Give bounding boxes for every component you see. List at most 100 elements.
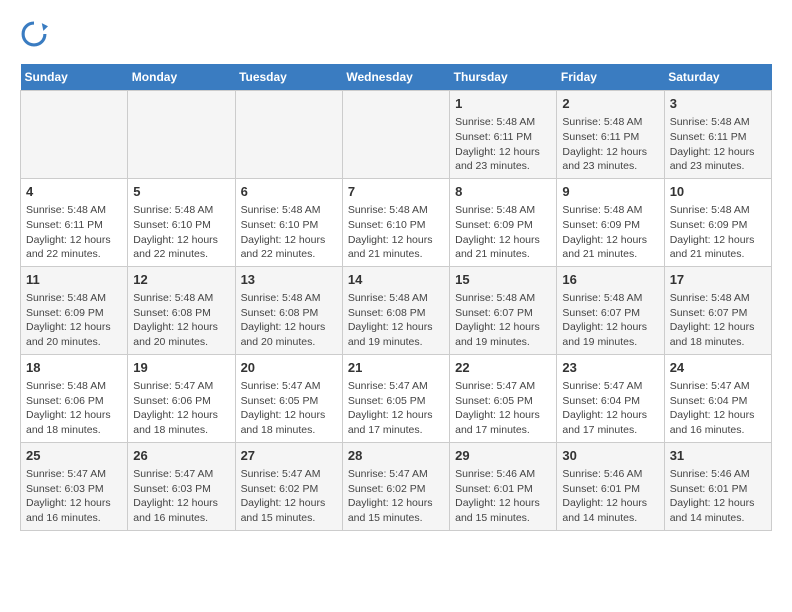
- calendar-header-tuesday: Tuesday: [235, 64, 342, 91]
- day-info: Sunrise: 5:48 AM Sunset: 6:09 PM Dayligh…: [26, 291, 122, 350]
- calendar-cell: 3 Sunrise: 5:48 AM Sunset: 6:11 PM Daylig…: [664, 91, 771, 179]
- calendar-cell: 8 Sunrise: 5:48 AM Sunset: 6:09 PM Daylig…: [450, 178, 557, 266]
- day-number: 30: [562, 447, 658, 465]
- calendar-cell: 13Sunrise: 5:48 AM Sunset: 6:08 PM Dayli…: [235, 266, 342, 354]
- day-info: Sunrise: 5:48 AM Sunset: 6:11 PM Dayligh…: [670, 115, 766, 174]
- day-info: Sunrise: 5:48 AM Sunset: 6:06 PM Dayligh…: [26, 379, 122, 438]
- day-info: Sunrise: 5:47 AM Sunset: 6:05 PM Dayligh…: [455, 379, 551, 438]
- calendar-cell: 29Sunrise: 5:46 AM Sunset: 6:01 PM Dayli…: [450, 442, 557, 530]
- day-number: 5: [133, 183, 229, 201]
- day-number: 10: [670, 183, 766, 201]
- calendar-week-row: 25 Sunrise: 5:47 AM Sunset: 6:03 PM Dayli…: [21, 442, 772, 530]
- calendar-cell: 17Sunrise: 5:48 AM Sunset: 6:07 PM Dayli…: [664, 266, 771, 354]
- calendar-cell: [21, 91, 128, 179]
- day-number: 7: [348, 183, 444, 201]
- day-info: Sunrise: 5:48 AM Sunset: 6:08 PM Dayligh…: [241, 291, 337, 350]
- calendar-cell: 22 Sunrise: 5:47 AM Sunset: 6:05 PM Dayli…: [450, 354, 557, 442]
- day-number: 28: [348, 447, 444, 465]
- day-info: Sunrise: 5:47 AM Sunset: 6:04 PM Dayligh…: [562, 379, 658, 438]
- day-number: 22: [455, 359, 551, 377]
- day-info: Sunrise: 5:46 AM Sunset: 6:01 PM Dayligh…: [670, 467, 766, 526]
- day-info: Sunrise: 5:47 AM Sunset: 6:03 PM Dayligh…: [26, 467, 122, 526]
- calendar-cell: 11 Sunrise: 5:48 AM Sunset: 6:09 PM Dayli…: [21, 266, 128, 354]
- day-number: 25: [26, 447, 122, 465]
- calendar-header-wednesday: Wednesday: [342, 64, 449, 91]
- day-number: 26: [133, 447, 229, 465]
- day-number: 21: [348, 359, 444, 377]
- day-number: 23: [562, 359, 658, 377]
- calendar-week-row: 4 Sunrise: 5:48 AM Sunset: 6:11 PM Daylig…: [21, 178, 772, 266]
- day-info: Sunrise: 5:47 AM Sunset: 6:03 PM Dayligh…: [133, 467, 229, 526]
- day-number: 11: [26, 271, 122, 289]
- calendar-week-row: 1 Sunrise: 5:48 AM Sunset: 6:11 PM Daylig…: [21, 91, 772, 179]
- calendar-cell: 20 Sunrise: 5:47 AM Sunset: 6:05 PM Dayli…: [235, 354, 342, 442]
- day-info: Sunrise: 5:48 AM Sunset: 6:11 PM Dayligh…: [562, 115, 658, 174]
- calendar-cell: 26 Sunrise: 5:47 AM Sunset: 6:03 PM Dayli…: [128, 442, 235, 530]
- day-info: Sunrise: 5:48 AM Sunset: 6:10 PM Dayligh…: [348, 203, 444, 262]
- day-info: Sunrise: 5:46 AM Sunset: 6:01 PM Dayligh…: [562, 467, 658, 526]
- day-info: Sunrise: 5:48 AM Sunset: 6:10 PM Dayligh…: [241, 203, 337, 262]
- calendar-cell: 18 Sunrise: 5:48 AM Sunset: 6:06 PM Dayli…: [21, 354, 128, 442]
- day-info: Sunrise: 5:48 AM Sunset: 6:07 PM Dayligh…: [670, 291, 766, 350]
- day-number: 1: [455, 95, 551, 113]
- day-number: 6: [241, 183, 337, 201]
- calendar-cell: 7 Sunrise: 5:48 AM Sunset: 6:10 PM Daylig…: [342, 178, 449, 266]
- day-number: 20: [241, 359, 337, 377]
- day-info: Sunrise: 5:47 AM Sunset: 6:02 PM Dayligh…: [241, 467, 337, 526]
- calendar-cell: 23 Sunrise: 5:47 AM Sunset: 6:04 PM Dayli…: [557, 354, 664, 442]
- calendar-header-thursday: Thursday: [450, 64, 557, 91]
- day-info: Sunrise: 5:48 AM Sunset: 6:09 PM Dayligh…: [455, 203, 551, 262]
- day-number: 16: [562, 271, 658, 289]
- calendar-table: SundayMondayTuesdayWednesdayThursdayFrid…: [20, 64, 772, 531]
- calendar-cell: 14 Sunrise: 5:48 AM Sunset: 6:08 PM Dayli…: [342, 266, 449, 354]
- calendar-cell: 2 Sunrise: 5:48 AM Sunset: 6:11 PM Daylig…: [557, 91, 664, 179]
- calendar-header-friday: Friday: [557, 64, 664, 91]
- calendar-cell: 6 Sunrise: 5:48 AM Sunset: 6:10 PM Daylig…: [235, 178, 342, 266]
- day-info: Sunrise: 5:47 AM Sunset: 6:05 PM Dayligh…: [348, 379, 444, 438]
- day-info: Sunrise: 5:48 AM Sunset: 6:08 PM Dayligh…: [348, 291, 444, 350]
- calendar-cell: 9 Sunrise: 5:48 AM Sunset: 6:09 PM Daylig…: [557, 178, 664, 266]
- calendar-header-saturday: Saturday: [664, 64, 771, 91]
- day-info: Sunrise: 5:48 AM Sunset: 6:07 PM Dayligh…: [455, 291, 551, 350]
- calendar-cell: 16 Sunrise: 5:48 AM Sunset: 6:07 PM Dayli…: [557, 266, 664, 354]
- calendar-cell: 10Sunrise: 5:48 AM Sunset: 6:09 PM Dayli…: [664, 178, 771, 266]
- calendar-cell: 30 Sunrise: 5:46 AM Sunset: 6:01 PM Dayli…: [557, 442, 664, 530]
- day-info: Sunrise: 5:47 AM Sunset: 6:05 PM Dayligh…: [241, 379, 337, 438]
- calendar-week-row: 18 Sunrise: 5:48 AM Sunset: 6:06 PM Dayli…: [21, 354, 772, 442]
- day-info: Sunrise: 5:46 AM Sunset: 6:01 PM Dayligh…: [455, 467, 551, 526]
- calendar-cell: [235, 91, 342, 179]
- calendar-cell: 28Sunrise: 5:47 AM Sunset: 6:02 PM Dayli…: [342, 442, 449, 530]
- calendar-cell: 27 Sunrise: 5:47 AM Sunset: 6:02 PM Dayli…: [235, 442, 342, 530]
- day-number: 9: [562, 183, 658, 201]
- day-info: Sunrise: 5:47 AM Sunset: 6:06 PM Dayligh…: [133, 379, 229, 438]
- calendar-cell: 31 Sunrise: 5:46 AM Sunset: 6:01 PM Dayli…: [664, 442, 771, 530]
- calendar-cell: 4 Sunrise: 5:48 AM Sunset: 6:11 PM Daylig…: [21, 178, 128, 266]
- calendar-cell: 25 Sunrise: 5:47 AM Sunset: 6:03 PM Dayli…: [21, 442, 128, 530]
- calendar-cell: 1 Sunrise: 5:48 AM Sunset: 6:11 PM Daylig…: [450, 91, 557, 179]
- day-number: 31: [670, 447, 766, 465]
- calendar-cell: 21 Sunrise: 5:47 AM Sunset: 6:05 PM Dayli…: [342, 354, 449, 442]
- day-info: Sunrise: 5:48 AM Sunset: 6:11 PM Dayligh…: [26, 203, 122, 262]
- day-number: 3: [670, 95, 766, 113]
- calendar-cell: 12Sunrise: 5:48 AM Sunset: 6:08 PM Dayli…: [128, 266, 235, 354]
- logo: [20, 20, 52, 48]
- day-number: 8: [455, 183, 551, 201]
- calendar-cell: 19 Sunrise: 5:47 AM Sunset: 6:06 PM Dayli…: [128, 354, 235, 442]
- day-number: 18: [26, 359, 122, 377]
- day-number: 2: [562, 95, 658, 113]
- day-info: Sunrise: 5:48 AM Sunset: 6:11 PM Dayligh…: [455, 115, 551, 174]
- calendar-cell: 5Sunrise: 5:48 AM Sunset: 6:10 PM Daylig…: [128, 178, 235, 266]
- calendar-cell: [342, 91, 449, 179]
- day-number: 4: [26, 183, 122, 201]
- day-number: 12: [133, 271, 229, 289]
- day-number: 27: [241, 447, 337, 465]
- day-info: Sunrise: 5:48 AM Sunset: 6:09 PM Dayligh…: [562, 203, 658, 262]
- day-number: 19: [133, 359, 229, 377]
- logo-icon: [20, 20, 48, 48]
- page-header: [20, 20, 772, 48]
- day-number: 15: [455, 271, 551, 289]
- calendar-header-sunday: Sunday: [21, 64, 128, 91]
- day-info: Sunrise: 5:48 AM Sunset: 6:07 PM Dayligh…: [562, 291, 658, 350]
- day-number: 14: [348, 271, 444, 289]
- calendar-cell: 24Sunrise: 5:47 AM Sunset: 6:04 PM Dayli…: [664, 354, 771, 442]
